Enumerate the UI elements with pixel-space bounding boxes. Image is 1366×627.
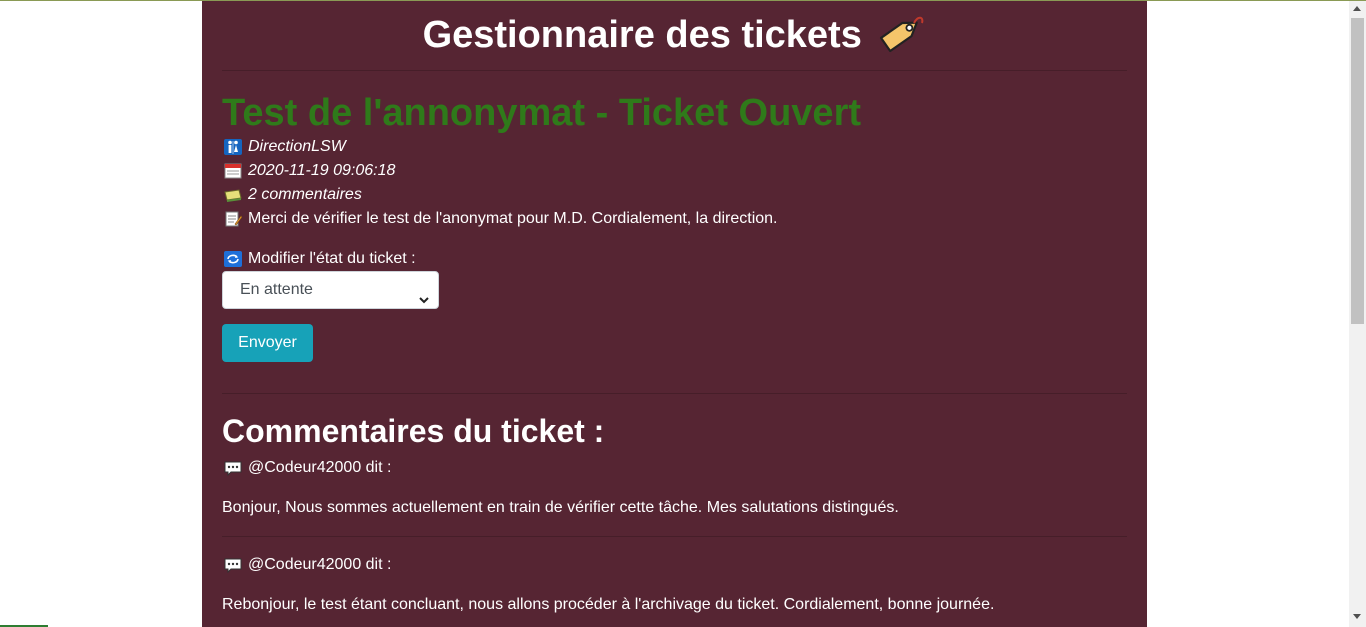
vertical-scrollbar[interactable] [1349, 1, 1366, 627]
divider [222, 536, 1127, 537]
comment-author-text: @Codeur42000 dit : [248, 556, 392, 573]
ticket-state-select[interactable]: En attente [222, 271, 439, 309]
comment-author: @Codeur42000 dit : [222, 456, 391, 480]
speech-balloon-icon [224, 460, 242, 477]
ticket-date-value: 2020-11-19 09:06:18 [248, 162, 396, 179]
speech-balloon-icon [224, 557, 242, 574]
divider [222, 393, 1127, 394]
ticket-date: 2020-11-19 09:06:18 [222, 159, 395, 183]
comment-author: @Codeur42000 dit : [222, 553, 391, 577]
ticket-comment-count: 2 commentaires [222, 183, 362, 207]
comments-title: Commentaires du ticket : [222, 413, 605, 449]
page-title: Gestionnaire des tickets [422, 14, 862, 57]
calendar-icon [224, 163, 242, 179]
ticket-author: DirectionLSW [222, 135, 346, 159]
chevron-down-icon [418, 284, 430, 320]
restroom-icon [224, 139, 242, 155]
repeat-icon [224, 251, 242, 267]
memo-icon [224, 211, 243, 227]
ticket-comment-count-value: 2 commentaires [248, 186, 362, 203]
comment-text: Rebonjour, le test étant concluant, nous… [222, 596, 995, 613]
state-form-label: Modifier l'état du ticket : [222, 247, 416, 271]
scroll-down-icon[interactable] [1353, 614, 1361, 619]
main-container: Gestionnaire des tickets Test de l'annon… [202, 1, 1147, 627]
divider [222, 70, 1127, 71]
send-button[interactable]: Envoyer [222, 324, 313, 362]
ticket-title: Test de l'annonymat - Ticket Ouvert [222, 92, 862, 134]
ticket-description-text: Merci de vérifier le test de l'anonymat … [248, 210, 778, 227]
comment-text: Bonjour, Nous sommes actuellement en tra… [222, 499, 899, 516]
ticket-state-selected: En attente [240, 281, 313, 298]
page-header: Gestionnaire des tickets [202, 9, 1147, 65]
label-tag-icon [878, 9, 926, 65]
ticket-description: Merci de vérifier le test de l'anonymat … [222, 207, 778, 231]
ticket-author-name: DirectionLSW [248, 138, 346, 155]
scroll-up-icon[interactable] [1353, 6, 1361, 11]
state-form-label-text: Modifier l'état du ticket : [248, 250, 416, 267]
notebook-icon [224, 187, 242, 203]
scrollbar-thumb[interactable] [1351, 18, 1364, 324]
comment-author-text: @Codeur42000 dit : [248, 459, 392, 476]
